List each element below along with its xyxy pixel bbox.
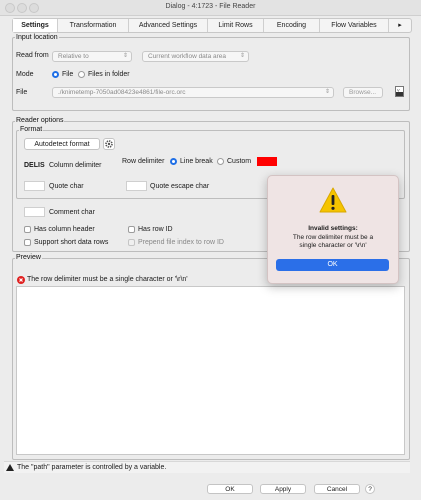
reader-options-label: Reader options [15,117,65,124]
custom-delimiter-field[interactable] [257,157,277,166]
status-bar: The "path" parameter is controlled by a … [4,461,410,473]
comment-char-label: Comment char [49,209,95,216]
autodetect-format-button[interactable]: Autodetect format [24,138,100,150]
tab-advanced-settings[interactable]: Advanced Settings [129,19,208,32]
file-label: File [16,89,28,96]
column-delimiter-value[interactable]: DELIS [24,162,45,169]
error-icon [17,276,25,284]
gear-icon[interactable] [103,138,115,150]
short-data-rows-label: Support short data rows [34,239,109,246]
tab-bar: Settings Transformation Advanced Setting… [12,18,412,33]
quote-escape-field[interactable] [126,181,147,191]
row-delimiter-label: Row delimiter [122,158,165,165]
read-from-label: Read from [16,52,49,59]
prepend-index-label: Prepend file index to row ID [138,239,224,246]
prepend-index-checkbox[interactable] [128,239,135,246]
file-path-value: ./knimetemp-7050ad08423e4861/file-orc.or… [58,89,186,96]
browse-button[interactable]: Browse... [343,87,383,98]
mode-file-label: File [62,71,74,78]
input-location-label: Input location [15,34,59,41]
mode-file-radio[interactable] [52,71,59,78]
title-bar: Dialog - 4:1723 - File Reader [0,0,421,16]
quote-char-field[interactable] [24,181,45,191]
format-label: Format [19,126,44,133]
chevron-updown-icon: ⇕ [239,53,245,59]
ok-button[interactable]: OK [207,484,253,494]
tab-limit-rows[interactable]: Limit Rows [208,19,264,32]
tab-settings[interactable]: Settings [13,19,58,32]
help-button[interactable]: ? [365,484,375,494]
chevron-updown-icon: ⇕ [324,89,330,95]
svg-text:V: V [397,88,400,93]
tab-flow-variables[interactable]: Flow Variables [320,19,389,32]
quote-char-label: Quote char [49,183,84,190]
alert-message-line1: The row delimiter must be a [292,234,374,241]
apply-button[interactable]: Apply [260,484,306,494]
chevron-updown-icon: ⇕ [122,53,128,59]
mode-label: Mode [16,71,34,78]
preview-error-text: The row delimiter must be a single chara… [27,276,188,283]
mode-folder-radio[interactable] [78,71,85,78]
line-break-radio[interactable] [170,158,177,165]
alert-title: Invalid settings: [308,225,358,232]
mode-folder-label: Files in folder [88,71,130,78]
relative-to-select[interactable]: Current workflow data area ⇕ [142,51,249,62]
warning-icon [318,186,348,214]
preview-label: Preview [15,254,42,261]
column-delimiter-label: Column delimiter [49,162,102,169]
has-column-header-label: Has column header [34,226,95,233]
tab-scroll-right-icon[interactable]: ▸ [389,19,411,32]
preview-table[interactable] [16,286,405,455]
alert-message-line2: single character or '\r\n' [299,242,367,249]
comment-char-field[interactable] [24,207,45,217]
custom-label: Custom [227,158,252,165]
alert-dialog: Invalid settings: The row delimiter must… [267,175,399,284]
read-from-select[interactable]: Relative to ⇕ [52,51,132,62]
status-text: The "path" parameter is controlled by a … [17,464,167,471]
read-from-value: Relative to [58,53,89,60]
tab-encoding[interactable]: Encoding [264,19,320,32]
short-data-rows-checkbox[interactable] [24,239,31,246]
cancel-button[interactable]: Cancel [314,484,360,494]
has-column-header-checkbox[interactable] [24,226,31,233]
line-break-label: Line break [180,158,213,165]
relative-to-value: Current workflow data area [148,53,227,60]
warning-icon [6,464,14,471]
quote-escape-label: Quote escape char [150,183,210,190]
flow-variable-icon[interactable]: V [395,86,404,97]
has-row-id-label: Has row ID [138,226,173,233]
file-path-combo[interactable]: ./knimetemp-7050ad08423e4861/file-orc.or… [52,87,334,98]
window-title: Dialog - 4:1723 - File Reader [165,3,256,10]
alert-ok-button[interactable]: OK [276,259,389,271]
custom-radio[interactable] [217,158,224,165]
tab-transformation[interactable]: Transformation [58,19,129,32]
has-row-id-checkbox[interactable] [128,226,135,233]
